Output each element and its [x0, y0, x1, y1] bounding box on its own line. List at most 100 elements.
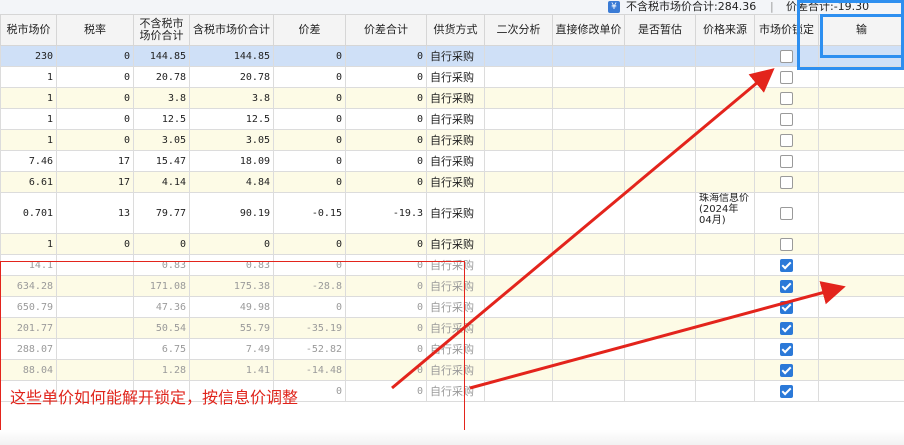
- table-cell[interactable]: [695, 254, 755, 276]
- table-cell[interactable]: 0: [345, 108, 427, 130]
- table-cell[interactable]: [818, 129, 904, 151]
- table-row[interactable]: 1 0 12.5 12.5 0 0 自行采购: [0, 108, 904, 130]
- table-cell[interactable]: 47.36: [133, 296, 190, 318]
- table-cell[interactable]: 0: [56, 45, 134, 67]
- table-cell[interactable]: 88.04: [0, 359, 57, 381]
- table-cell[interactable]: 144.85: [133, 45, 190, 67]
- table-cell[interactable]: [624, 380, 696, 402]
- table-cell[interactable]: 0: [345, 359, 427, 381]
- market-price-lock-checkbox[interactable]: [780, 133, 793, 147]
- table-cell[interactable]: [818, 192, 904, 234]
- market-price-lock-checkbox[interactable]: [780, 363, 793, 377]
- table-cell[interactable]: 自行采购: [426, 317, 485, 339]
- table-cell[interactable]: 1: [0, 233, 57, 255]
- table-row[interactable]: 14.1 0.83 0.83 0 0 自行采购: [0, 254, 904, 276]
- table-cell[interactable]: 13: [56, 192, 134, 234]
- table-cell[interactable]: 1: [0, 66, 57, 88]
- table-cell[interactable]: [818, 359, 904, 381]
- table-cell[interactable]: 0: [273, 233, 346, 255]
- table-cell[interactable]: 自行采购: [426, 275, 485, 297]
- market-price-lock-checkbox[interactable]: [780, 175, 793, 189]
- table-row[interactable]: 0 0 自行采购: [0, 380, 904, 402]
- table-cell[interactable]: [552, 192, 625, 234]
- table-cell[interactable]: -28.8: [273, 275, 346, 297]
- table-cell[interactable]: [624, 233, 696, 255]
- table-cell[interactable]: [484, 66, 553, 88]
- table-cell[interactable]: [695, 108, 755, 130]
- table-cell[interactable]: 0: [345, 171, 427, 193]
- table-cell[interactable]: [695, 359, 755, 381]
- table-cell[interactable]: 171.08: [133, 275, 190, 297]
- table-cell[interactable]: 15.47: [133, 150, 190, 172]
- market-price-lock-checkbox[interactable]: [780, 154, 793, 168]
- table-cell[interactable]: [484, 380, 553, 402]
- table-cell[interactable]: 自行采购: [426, 171, 485, 193]
- table-cell[interactable]: [818, 66, 904, 88]
- table-cell[interactable]: 6.75: [133, 338, 190, 360]
- table-cell[interactable]: 自行采购: [426, 233, 485, 255]
- table-cell[interactable]: [56, 317, 134, 339]
- table-cell[interactable]: 自行采购: [426, 338, 485, 360]
- table-cell[interactable]: [484, 275, 553, 297]
- table-cell[interactable]: [695, 275, 755, 297]
- table-cell[interactable]: [818, 296, 904, 318]
- table-cell[interactable]: [695, 171, 755, 193]
- table-cell[interactable]: 0.83: [133, 254, 190, 276]
- table-cell[interactable]: [695, 233, 755, 255]
- table-cell[interactable]: [818, 275, 904, 297]
- table-cell[interactable]: [56, 275, 134, 297]
- table-cell[interactable]: 自行采购: [426, 296, 485, 318]
- table-cell[interactable]: 0: [56, 87, 134, 109]
- table-cell[interactable]: 20.78: [133, 66, 190, 88]
- table-cell[interactable]: [624, 171, 696, 193]
- market-price-lock-checkbox[interactable]: [780, 70, 793, 84]
- table-cell[interactable]: 自行采购: [426, 192, 485, 234]
- table-cell[interactable]: 0: [345, 129, 427, 151]
- table-cell[interactable]: [624, 66, 696, 88]
- table-cell[interactable]: [552, 45, 625, 67]
- table-row[interactable]: 0.701 13 79.77 90.19 -0.15 -19.3 自行采购 珠海信息价(202…: [0, 192, 904, 234]
- table-cell[interactable]: [624, 129, 696, 151]
- table-cell[interactable]: [552, 87, 625, 109]
- table-cell[interactable]: [695, 129, 755, 151]
- table-cell[interactable]: [818, 45, 904, 67]
- table-cell[interactable]: [484, 129, 553, 151]
- table-cell[interactable]: -14.48: [273, 359, 346, 381]
- market-price-lock-checkbox[interactable]: [780, 112, 793, 126]
- col-header-total-incl-tax[interactable]: 含税市场价合计: [189, 14, 274, 46]
- table-cell[interactable]: 自行采购: [426, 66, 485, 88]
- table-cell[interactable]: 0: [345, 338, 427, 360]
- table-cell[interactable]: [552, 296, 625, 318]
- table-cell[interactable]: [818, 338, 904, 360]
- table-cell[interactable]: [56, 338, 134, 360]
- market-price-lock-checkbox[interactable]: [780, 237, 793, 251]
- table-cell[interactable]: 650.79: [0, 296, 57, 318]
- table-cell[interactable]: [695, 317, 755, 339]
- table-cell[interactable]: 0: [345, 275, 427, 297]
- table-cell[interactable]: 20.78: [189, 66, 274, 88]
- table-cell[interactable]: [624, 45, 696, 67]
- table-cell[interactable]: [484, 338, 553, 360]
- table-cell[interactable]: [552, 317, 625, 339]
- table-cell[interactable]: 90.19: [189, 192, 274, 234]
- table-cell[interactable]: 4.14: [133, 171, 190, 193]
- table-cell[interactable]: 自行采购: [426, 359, 485, 381]
- table-cell[interactable]: 4.84: [189, 171, 274, 193]
- table-cell[interactable]: [818, 108, 904, 130]
- table-cell[interactable]: [552, 129, 625, 151]
- table-cell[interactable]: 50.54: [133, 317, 190, 339]
- table-cell[interactable]: -0.15: [273, 192, 346, 234]
- table-cell[interactable]: 1: [0, 108, 57, 130]
- table-cell[interactable]: [818, 171, 904, 193]
- table-cell[interactable]: 自行采购: [426, 108, 485, 130]
- table-row[interactable]: 634.28 171.08 175.38 -28.8 0 自行采购: [0, 275, 904, 297]
- table-cell[interactable]: 自行采购: [426, 45, 485, 67]
- table-cell[interactable]: [624, 254, 696, 276]
- table-cell[interactable]: 自行采购: [426, 150, 485, 172]
- table-cell[interactable]: [189, 380, 274, 402]
- table-cell[interactable]: [695, 87, 755, 109]
- table-cell[interactable]: 自行采购: [426, 254, 485, 276]
- table-cell[interactable]: [695, 380, 755, 402]
- table-cell[interactable]: [695, 150, 755, 172]
- table-cell[interactable]: [818, 150, 904, 172]
